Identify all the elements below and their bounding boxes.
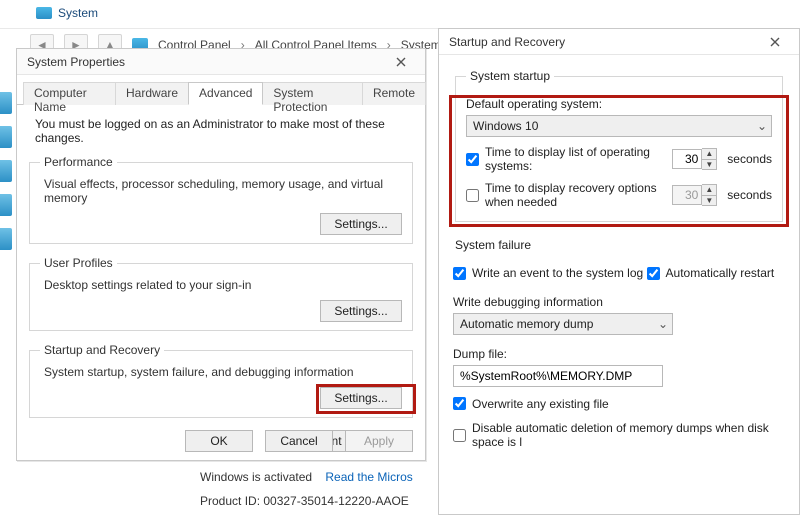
seconds-label: seconds [727, 152, 772, 166]
time-recovery-checkbox-input[interactable] [466, 189, 479, 202]
dump-file-input[interactable] [453, 365, 663, 387]
auto-restart-label: Automatically restart [666, 266, 775, 280]
titlebar[interactable]: System Properties [17, 49, 425, 75]
system-failure-title: System failure [455, 238, 785, 252]
apply-button[interactable]: Apply [345, 430, 413, 452]
arrow-up-icon[interactable]: ▲ [702, 149, 716, 159]
group-startup-recovery-title: Startup and Recovery [40, 343, 164, 357]
time-recovery-checkbox[interactable]: Time to display recovery options when ne… [466, 181, 660, 209]
tab-hardware[interactable]: Hardware [115, 82, 189, 105]
overwrite-label: Overwrite any existing file [472, 397, 609, 411]
ok-button[interactable]: OK [185, 430, 253, 452]
bg-title: System [58, 6, 98, 20]
disable-autodel-checkbox[interactable]: Disable automatic deletion of memory dum… [453, 421, 785, 449]
time-recovery-label: Time to display recovery options when ne… [485, 181, 660, 209]
group-performance-title: Performance [40, 155, 117, 169]
time-list-value[interactable] [672, 149, 702, 169]
auto-restart-checkbox[interactable]: Automatically restart [647, 266, 775, 280]
write-event-checkbox-input[interactable] [453, 267, 466, 280]
group-system-startup: System startup Default operating system:… [455, 69, 783, 222]
disable-autodel-checkbox-input[interactable] [453, 429, 466, 442]
spinner-arrows[interactable]: ▲▼ [702, 148, 717, 170]
sidebar-fragments [0, 80, 12, 515]
system-window-title: System [36, 6, 98, 20]
close-icon[interactable] [383, 52, 419, 72]
activation-status: Windows is activated [200, 470, 312, 484]
default-os-select[interactable]: Windows 10 ⌄ [466, 115, 772, 137]
time-recovery-value [672, 185, 702, 205]
dump-file-label: Dump file: [453, 347, 785, 361]
group-user-profiles: User Profiles Desktop settings related t… [29, 256, 413, 331]
write-event-label: Write an event to the system log [472, 266, 643, 280]
default-os-value: Windows 10 [473, 119, 538, 133]
startup-recovery-dialog: Startup and Recovery System startup Defa… [438, 28, 800, 515]
time-list-label: Time to display list of operating system… [485, 145, 660, 173]
seconds-label: seconds [727, 188, 772, 202]
spinner-arrows: ▲▼ [702, 184, 717, 206]
user-profiles-settings-button[interactable]: Settings... [320, 300, 402, 322]
default-os-label: Default operating system: [466, 97, 772, 111]
system-properties-dialog: System Properties Computer Name Hardware… [16, 48, 426, 461]
tab-advanced[interactable]: Advanced [188, 82, 263, 105]
performance-settings-button[interactable]: Settings... [320, 213, 402, 235]
startup-recovery-settings-button[interactable]: Settings... [320, 387, 402, 409]
cancel-button[interactable]: Cancel [265, 430, 333, 452]
arrow-down-icon: ▼ [702, 195, 716, 205]
dialog-title: System Properties [27, 55, 125, 69]
startup-recovery-desc: System startup, system failure, and debu… [44, 365, 402, 379]
titlebar[interactable]: Startup and Recovery [439, 29, 799, 55]
arrow-up-icon: ▲ [702, 185, 716, 195]
debug-info-label: Write debugging information [453, 295, 785, 309]
time-list-spinner[interactable]: ▲▼ [672, 148, 717, 170]
debug-info-value: Automatic memory dump [460, 317, 593, 331]
dialog-buttons: OK Cancel Apply [185, 430, 413, 452]
dialog-body: System startup Default operating system:… [439, 55, 799, 459]
chevron-down-icon: ⌄ [757, 119, 767, 133]
auto-restart-checkbox-input[interactable] [647, 267, 660, 280]
dialog-title: Startup and Recovery [449, 35, 565, 49]
time-recovery-row: Time to display recovery options when ne… [466, 181, 772, 209]
group-user-profiles-title: User Profiles [40, 256, 117, 270]
activation-link[interactable]: Read the Micros [325, 470, 412, 484]
tabs: Computer Name Hardware Advanced System P… [17, 81, 425, 105]
performance-desc: Visual effects, processor scheduling, me… [44, 177, 402, 205]
system-startup-legend: System startup [466, 69, 554, 83]
debug-info-select[interactable]: Automatic memory dump ⌄ [453, 313, 673, 335]
overwrite-checkbox-input[interactable] [453, 397, 466, 410]
tab-computer-name[interactable]: Computer Name [23, 82, 116, 105]
group-performance: Performance Visual effects, processor sc… [29, 155, 413, 244]
tab-remote[interactable]: Remote [362, 82, 426, 105]
time-recovery-spinner: ▲▼ [672, 184, 717, 206]
system-icon [36, 7, 52, 19]
close-icon[interactable] [757, 32, 793, 52]
time-list-row: Time to display list of operating system… [466, 145, 772, 173]
arrow-down-icon[interactable]: ▼ [702, 159, 716, 169]
time-list-checkbox-input[interactable] [466, 153, 479, 166]
time-list-checkbox[interactable]: Time to display list of operating system… [466, 145, 660, 173]
activation-status-row: Windows is activated Read the Micros [200, 470, 413, 484]
admin-note: You must be logged on as an Administrato… [35, 117, 413, 145]
tab-system-protection[interactable]: System Protection [262, 82, 363, 105]
product-id: Product ID: 00327-35014-12220-AAOE [200, 494, 409, 508]
dialog-body: You must be logged on as an Administrato… [17, 105, 425, 458]
overwrite-checkbox[interactable]: Overwrite any existing file [453, 397, 609, 411]
write-event-checkbox[interactable]: Write an event to the system log [453, 266, 643, 280]
chevron-down-icon: ⌄ [658, 317, 668, 331]
group-startup-recovery: Startup and Recovery System startup, sys… [29, 343, 413, 418]
user-profiles-desc: Desktop settings related to your sign-in [44, 278, 402, 292]
disable-autodel-label: Disable automatic deletion of memory dum… [472, 421, 785, 449]
